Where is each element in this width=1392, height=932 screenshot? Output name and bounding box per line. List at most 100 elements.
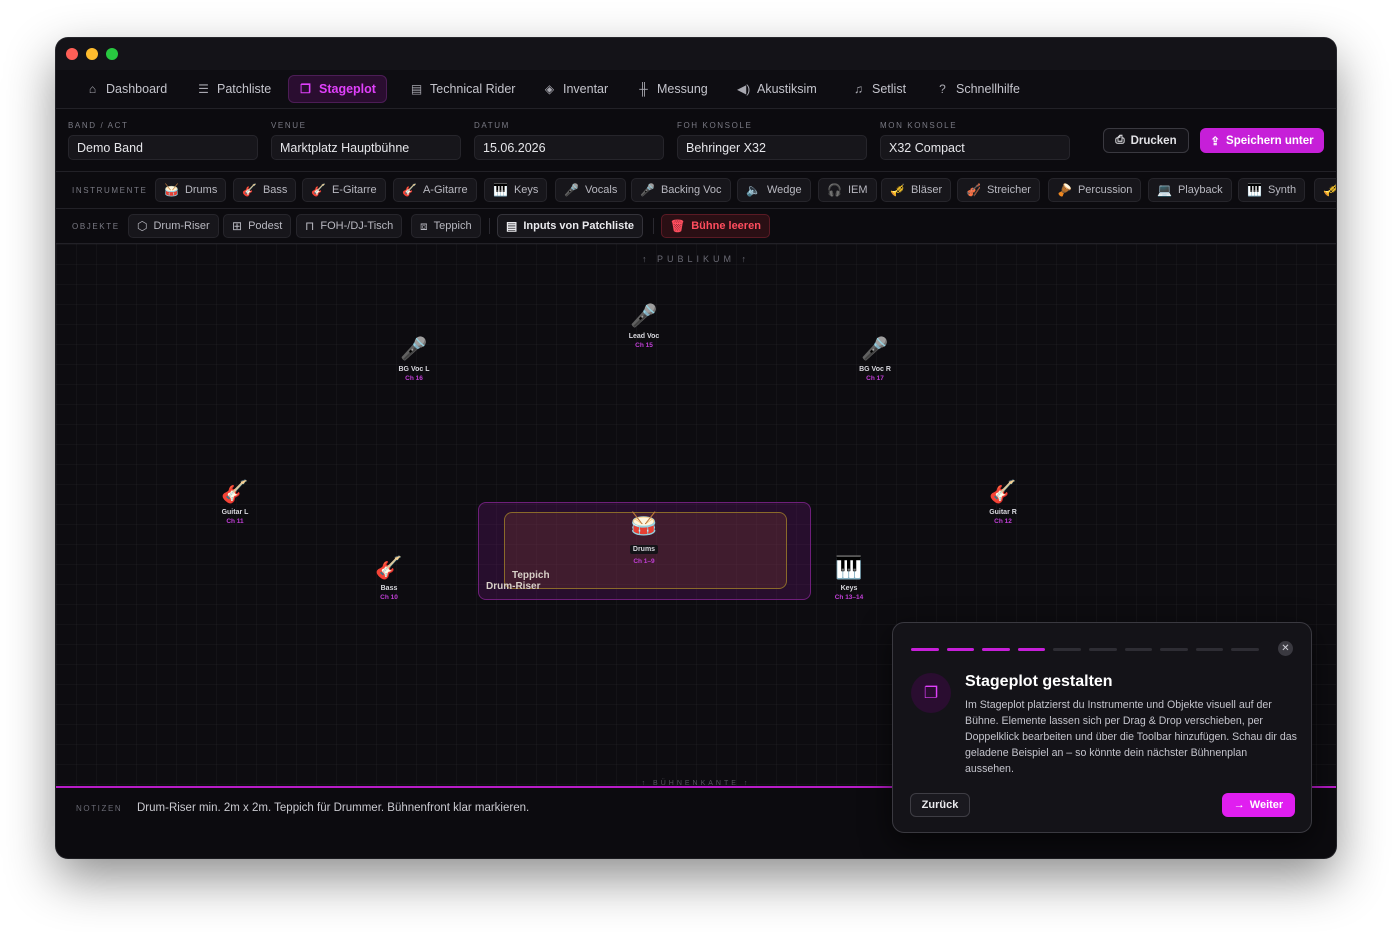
add-drum-riser-button[interactable]: ⬡ Drum-Riser: [128, 214, 219, 238]
venue-input[interactable]: Marktplatz Hauptbühne: [271, 135, 461, 160]
date-input[interactable]: 15.06.2026: [474, 135, 664, 160]
chip-label: FOH-/DJ-Tisch: [320, 220, 394, 232]
chip-label: Drum-Riser: [153, 220, 210, 232]
nav-label: Schnellhilfe: [956, 82, 1020, 96]
stage-item-keys[interactable]: 🎹 Keys Ch 13–14: [809, 554, 889, 601]
guitar-icon: 🎸: [242, 183, 257, 197]
nav-messung[interactable]: ╫ Messung: [627, 75, 718, 103]
add-a-gitarre-button[interactable]: 🎸 A-Gitarre: [393, 178, 477, 202]
add-foh-dj-table-button[interactable]: ⊓ FOH-/DJ-Tisch: [296, 214, 403, 238]
tour-progress-segment: [1088, 648, 1117, 651]
title-bar: [56, 38, 1336, 70]
chip-label: Drums: [184, 184, 218, 196]
close-window-button[interactable]: [66, 48, 78, 60]
toolbar-divider: [653, 218, 654, 234]
item-name: BG Voc R: [859, 366, 891, 373]
add-vocals-button[interactable]: 🎤 Vocals: [555, 178, 627, 202]
save-as-button[interactable]: ⇪ Speichern unter: [1200, 128, 1324, 153]
document-icon: ▤: [410, 82, 423, 96]
guitar-icon: 🎸: [402, 183, 417, 197]
teppich-label: Teppich: [512, 570, 550, 581]
arrow-right-icon: →: [1233, 799, 1245, 811]
nav-akustiksim[interactable]: ◀) Akustiksim: [727, 75, 827, 103]
minimize-window-button[interactable]: [86, 48, 98, 60]
mon-console-input[interactable]: X32 Compact: [880, 135, 1070, 160]
stage-item-bg-voc-r[interactable]: 🎤 BG Voc R Ch 17: [835, 335, 915, 382]
print-label: Drucken: [1130, 134, 1177, 147]
add-synth-button[interactable]: 🎹 Synth: [1238, 178, 1306, 202]
item-channel: Ch 13–14: [834, 594, 864, 601]
add-streicher-button[interactable]: 🎻 Streicher: [957, 178, 1040, 202]
item-name: BG Voc L: [398, 366, 430, 373]
nav-schnellhilfe[interactable]: ? Schnellhilfe: [926, 75, 1030, 103]
chip-label: Keys: [513, 184, 539, 196]
foh-console-input[interactable]: Behringer X32: [677, 135, 867, 160]
nav-label: Technical Rider: [430, 82, 516, 96]
tour-progress-segment: [1160, 648, 1188, 651]
add-teppich-button[interactable]: ⧈ Teppich: [411, 214, 481, 238]
add-keys-button[interactable]: 🎹 Keys: [484, 178, 548, 202]
nav-inventar[interactable]: ◈ Inventar: [533, 75, 618, 103]
microphone-icon: 🎤: [640, 183, 655, 197]
add-blaeser-button[interactable]: 🎺 Bläser: [881, 178, 952, 202]
drum-icon: 🥁: [164, 183, 179, 197]
laptop-icon: 💻: [1157, 183, 1172, 197]
stage-item-bg-voc-l[interactable]: 🎤 BG Voc L Ch 16: [374, 335, 454, 382]
box-icon: ◈: [544, 82, 555, 96]
stage-item-bass[interactable]: 🎸 Bass Ch 10: [349, 554, 429, 601]
onboarding-tour-popover: ✕ ❐ Stageplot gestalten Im Stageplot pla…: [892, 622, 1312, 833]
zoom-window-button[interactable]: [106, 48, 118, 60]
nav-technical-rider[interactable]: ▤ Technical Rider: [400, 75, 525, 103]
item-channel: Ch 1–9: [633, 558, 655, 565]
clear-stage-button[interactable]: 🗑 Bühne leeren: [661, 214, 770, 238]
stage-item-guitar-l[interactable]: 🎸 Guitar L Ch 11: [195, 478, 275, 525]
date-label: DATUM: [474, 121, 510, 130]
nav-stageplot[interactable]: ❐ Stageplot: [288, 75, 387, 103]
microphone-icon: 🎤: [630, 303, 658, 328]
add-percussion-button[interactable]: 🪘 Percussion: [1048, 178, 1142, 202]
add-podest-button[interactable]: ⊞ Podest: [223, 214, 292, 238]
add-iem-button[interactable]: 🎧 IEM: [818, 178, 877, 202]
stage-item-drums[interactable]: 🥁 Drums Ch 1–9: [604, 510, 684, 565]
next-label: Weiter: [1249, 799, 1284, 811]
tour-progress-segment: [1124, 648, 1153, 651]
add-backing-voc-button[interactable]: 🎤 Backing Voc: [631, 178, 731, 202]
nav-dashboard[interactable]: ⌂ Dashboard: [76, 75, 177, 103]
nav-patchliste[interactable]: ☰ Patchliste: [187, 75, 281, 103]
close-icon[interactable]: ✕: [1278, 641, 1293, 656]
band-input[interactable]: Demo Band: [68, 135, 258, 160]
tour-progress-segment: [1231, 648, 1259, 651]
stage-item-guitar-r[interactable]: 🎸 Guitar R Ch 12: [963, 478, 1043, 525]
tour-back-button[interactable]: Zurück: [910, 793, 970, 817]
import-inputs-button[interactable]: ▤ Inputs von Patchliste: [497, 214, 643, 238]
percussion-icon: 🪘: [1057, 183, 1072, 197]
add-wedge-button[interactable]: 🔈 Wedge: [737, 178, 811, 202]
tour-next-button[interactable]: → Weiter: [1222, 793, 1295, 817]
tour-progress-segment: [946, 648, 975, 651]
chip-label: Playback: [1177, 184, 1223, 196]
instruments-label: INSTRUMENTE: [72, 185, 148, 195]
piano-icon: 🎹: [835, 555, 863, 580]
chip-label: Backing Voc: [660, 184, 722, 196]
venue-label: VENUE: [271, 121, 307, 130]
table-icon: ⊓: [305, 219, 315, 233]
band-label: BAND / ACT: [68, 121, 129, 130]
chip-label: Bläser: [910, 184, 943, 196]
print-button[interactable]: ⎙ Drucken: [1103, 128, 1189, 153]
rug-icon: ⧈: [420, 218, 428, 233]
notes-text[interactable]: Drum-Riser min. 2m x 2m. Teppich für Dru…: [137, 802, 529, 814]
chip-label: IEM: [847, 184, 868, 196]
tour-progress-segment: [982, 648, 1010, 651]
add-drums-button[interactable]: 🥁 Drums: [155, 178, 227, 202]
stage-item-lead-voc[interactable]: 🎤 Lead Voc Ch 15: [604, 302, 684, 349]
band-field: BAND / ACT Demo Band: [68, 121, 258, 160]
add-playback-button[interactable]: 💻 Playback: [1148, 178, 1232, 202]
nav-setlist[interactable]: ♫ Setlist: [842, 75, 916, 103]
add-bass-button[interactable]: 🎸 Bass: [233, 178, 297, 202]
audience-label: ↑ PUBLIKUM ↑: [641, 254, 750, 264]
add-more-instrument-button[interactable]: 🎺: [1314, 178, 1336, 202]
trumpet-icon: 🎺: [890, 183, 905, 197]
save-label: Speichern unter: [1226, 134, 1314, 147]
nav-label: Inventar: [563, 82, 609, 96]
add-e-gitarre-button[interactable]: 🎸 E-Gitarre: [302, 178, 386, 202]
